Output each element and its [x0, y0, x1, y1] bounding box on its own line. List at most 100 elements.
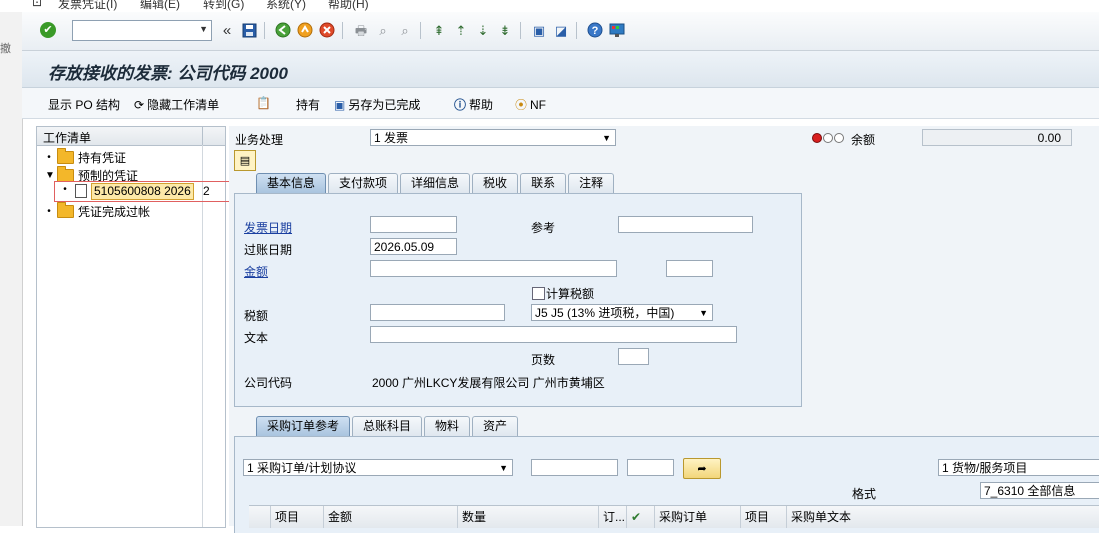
back-icon[interactable] — [274, 21, 292, 39]
col-po-text[interactable]: 采购单文本 — [787, 506, 1099, 528]
folder-icon — [57, 202, 74, 218]
first-page-icon[interactable]: ⇞ — [430, 21, 448, 39]
print-icon[interactable]: 🖶 — [352, 21, 370, 39]
exit-icon[interactable] — [296, 21, 314, 39]
col-check[interactable]: ✔ — [627, 506, 655, 528]
new-session-icon[interactable]: ▣ — [530, 21, 548, 39]
layout-label: 格式 — [852, 487, 877, 501]
menu-goto[interactable]: 转到(G) — [203, 0, 244, 12]
help-icon[interactable]: ? — [586, 21, 604, 39]
tax-code-select[interactable]: J5 J5 (13% 进项税，中国) ▼ — [531, 304, 713, 321]
tree-node-selected-doc[interactable]: • 5105600808 2026 2 — [54, 181, 236, 202]
reference-input[interactable] — [618, 216, 753, 233]
col-po[interactable]: 采购订单 — [655, 506, 741, 528]
menu-edit[interactable]: 编辑(E) — [140, 0, 180, 12]
save-as-completed-button[interactable]: ▣ 另存为已完成 — [334, 96, 420, 113]
hold-icon-button[interactable]: 📋 — [256, 96, 271, 110]
tab-gl-account[interactable]: 总账科目 — [352, 416, 423, 436]
col-item[interactable]: 项目 — [271, 506, 324, 528]
po-number-input[interactable] — [531, 459, 618, 476]
find-icon[interactable]: ⌕ — [374, 21, 392, 39]
currency-input[interactable] — [666, 260, 713, 277]
chevron-down-icon: ▼ — [699, 308, 708, 318]
info-icon: ⓘ — [454, 98, 467, 112]
svg-text:?: ? — [592, 25, 599, 37]
main-pane: 业务处理 1 发票 ▼ 余额 0.00 ▤ 基本信息 支付款项 详细信息 税收 … — [229, 126, 1099, 533]
transfer-button[interactable]: ➦ — [683, 458, 721, 479]
help-label: 帮助 — [469, 98, 494, 112]
col-quantity[interactable]: 数量 — [458, 506, 599, 528]
chevron-down-icon: ▼ — [602, 133, 611, 143]
item-type-select[interactable]: 1 货物/服务项目 — [938, 459, 1099, 476]
row-selector-header[interactable] — [249, 506, 271, 528]
title-bar: 存放接收的发票: 公司代码 2000 — [22, 51, 1099, 88]
tab-tax[interactable]: 税收 — [472, 173, 519, 193]
collapse-icon[interactable]: « — [218, 21, 236, 39]
text-input[interactable] — [370, 326, 737, 343]
tab-basic-data[interactable]: 基本信息 — [256, 173, 327, 193]
last-page-icon[interactable]: ⇟ — [496, 21, 514, 39]
tree-toggle-button[interactable]: ▤ — [234, 150, 256, 171]
reference-type-value: 1 采购订单/计划协议 — [247, 461, 357, 475]
col-order-unit[interactable]: 订... — [599, 506, 627, 528]
invoice-date-label: 发票日期 — [244, 221, 293, 235]
invoice-date-input[interactable] — [370, 216, 457, 233]
tab-po-reference[interactable]: 采购订单参考 — [256, 416, 351, 436]
col-amount[interactable]: 金额 — [324, 506, 458, 528]
shortcut-icon[interactable]: ◪ — [552, 21, 570, 39]
layout-value: 7_6310 全部信息 — [984, 484, 1076, 498]
menu-help[interactable]: 帮助(H) — [328, 0, 369, 12]
yellow-light-icon — [823, 133, 833, 143]
posting-date-label: 过账日期 — [244, 243, 293, 257]
cancel-icon[interactable] — [318, 21, 336, 39]
previous-page-icon[interactable]: ⇡ — [452, 21, 470, 39]
tax-amount-input[interactable] — [370, 304, 505, 321]
tab-asset[interactable]: 资产 — [472, 416, 519, 436]
tab-contact[interactable]: 联系 — [520, 173, 567, 193]
expand-triangle-icon[interactable]: ▼ — [45, 170, 55, 181]
save-icon[interactable] — [240, 21, 258, 39]
calculate-tax-label: 计算税额 — [546, 287, 595, 301]
worklist-title: 工作清单 — [43, 131, 92, 145]
selected-doc-number: 5105600808 2026 — [91, 183, 194, 200]
nf-button[interactable]: ⦿ NF — [515, 96, 546, 113]
layout-input[interactable]: 7_6310 全部信息 — [980, 482, 1099, 499]
selected-doc-count: 2 — [203, 184, 210, 198]
chevron-down-icon[interactable]: ▼ — [199, 24, 208, 34]
tab-material[interactable]: 物料 — [424, 416, 471, 436]
amount-input[interactable] — [370, 260, 617, 277]
document-icon — [75, 184, 87, 198]
tree-node-held-docs[interactable]: • 持有凭证 — [45, 148, 127, 166]
tree-node-label: 持有凭证 — [78, 151, 127, 165]
menu-system[interactable]: 系统(Y) — [266, 0, 306, 12]
next-page-icon[interactable]: ⇣ — [474, 21, 492, 39]
command-field[interactable]: ▼ — [72, 20, 212, 41]
hold-button[interactable]: 持有 — [296, 96, 320, 113]
menu-invoice-doc[interactable]: 发票凭证(I) — [58, 0, 117, 12]
pages-input[interactable] — [618, 348, 649, 365]
tree-layout-icon: ▤ — [239, 155, 251, 167]
po-item-input[interactable] — [627, 459, 674, 476]
tab-payment[interactable]: 支付款项 — [328, 173, 399, 193]
left-window-strip: 撤 — [0, 12, 23, 526]
tab-details[interactable]: 详细信息 — [400, 173, 471, 193]
menu-icon[interactable]: ⊡ — [32, 0, 42, 9]
posting-date-input[interactable]: 2026.05.09 — [370, 238, 457, 255]
reference-type-select[interactable]: 1 采购订单/计划协议 ▼ — [243, 459, 513, 476]
item-type-value: 1 货物/服务项目 — [942, 461, 1028, 475]
enter-check-icon[interactable]: ✔ — [40, 22, 56, 38]
check-icon: ✔ — [631, 510, 642, 524]
amount-label: 金额 — [244, 265, 269, 279]
tab-notes[interactable]: 注释 — [568, 173, 615, 193]
tree-node-completed-docs[interactable]: • 凭证完成过帐 — [45, 202, 150, 220]
posting-date-value: 2026.05.09 — [374, 240, 435, 254]
show-po-structure-button[interactable]: 显示 PO 结构 — [48, 96, 120, 113]
calculate-tax-checkbox[interactable] — [532, 287, 545, 300]
green-light-icon — [834, 133, 844, 143]
col-po-item[interactable]: 项目 — [741, 506, 787, 528]
business-transaction-select[interactable]: 1 发票 ▼ — [370, 129, 616, 146]
help-button[interactable]: ⓘ 帮助 — [454, 96, 493, 113]
hide-worklist-button[interactable]: ⟳ 隐藏工作清单 — [134, 96, 219, 113]
find-next-icon[interactable]: ⌕ — [396, 21, 414, 39]
customize-layout-icon[interactable] — [608, 21, 626, 39]
